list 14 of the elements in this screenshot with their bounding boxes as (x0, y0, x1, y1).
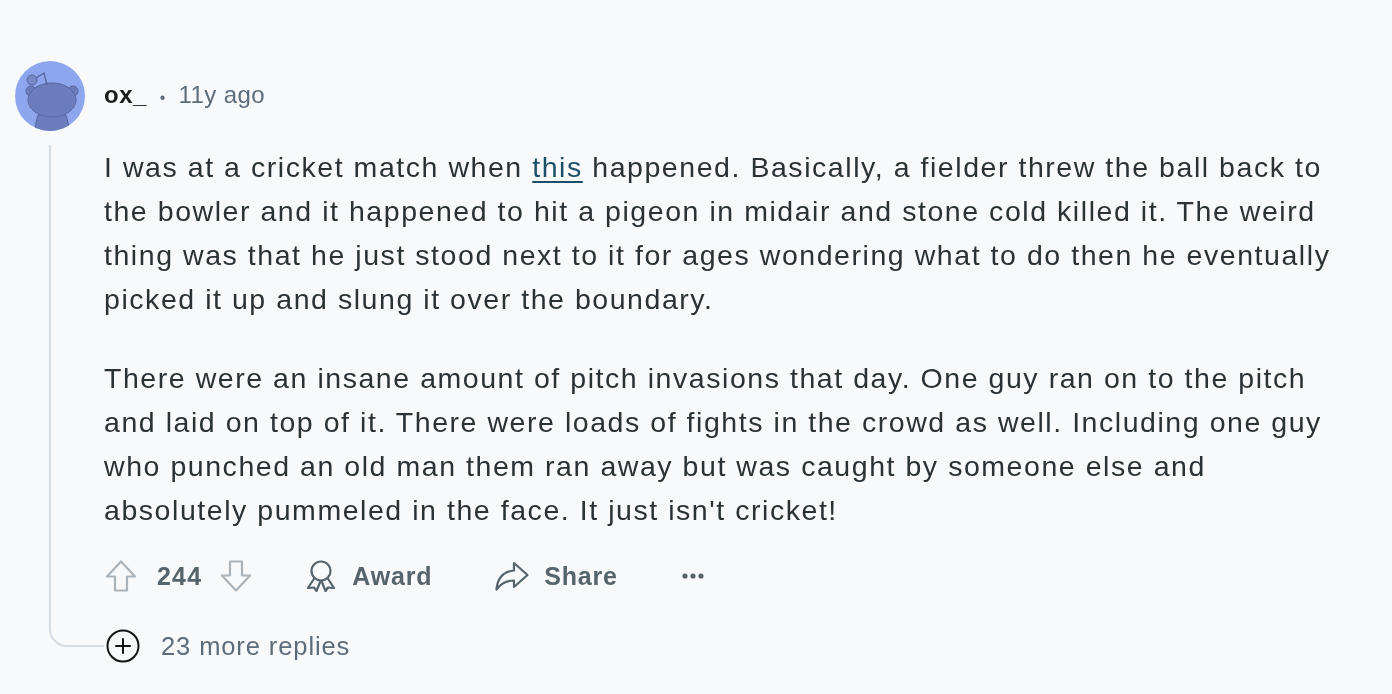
more-icon (681, 573, 704, 579)
link[interactable]: this (532, 151, 583, 183)
share-button[interactable]: Share (495, 561, 618, 591)
separator: • (159, 89, 166, 107)
share-icon (495, 561, 530, 591)
username[interactable]: ox_ (104, 81, 147, 109)
more-replies-button[interactable]: 23 more replies (106, 626, 351, 666)
comment-paragraph: I was at a cricket match when this happened. Basically, a fielder threw the ball back to the bowler and it happened to hit a pigeon in midair and stone cold killed it. The weird thing was that he just stood next to it for ages wondering what to do then he eventually picked it up and slung it over the boundary. (104, 150, 1332, 317)
award-button[interactable]: Award (306, 560, 433, 592)
award-icon (306, 560, 337, 592)
vote-count: 244 (157, 561, 203, 591)
timestamp: 11y ago (178, 81, 265, 109)
comment-paragraph: There were an insane amount of pitch invasions that day. One guy ran on to the pitch and laid on top of it. There were loads of fights in the crowd as well. Including one guy who punched an old man them ran away but was caught by someone else and absolutely pummeled in the face. It just isn't cricket! (104, 361, 1323, 528)
avatar-icon (15, 61, 85, 131)
